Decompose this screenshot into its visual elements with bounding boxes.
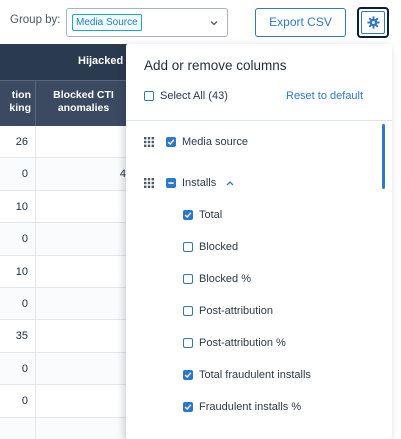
column-option-label: Total fraudulent installs <box>199 369 311 381</box>
column-option-fraudulent-installs-percent[interactable]: Fraudulent installs % <box>183 401 301 413</box>
column-picker-panel: Add or remove columns Select All (43) Re… <box>126 44 392 439</box>
checkbox-icon[interactable] <box>183 274 193 284</box>
column-option-label: Blocked <box>199 241 239 253</box>
table-row: 0 <box>0 385 130 418</box>
checkbox-checked-icon[interactable] <box>183 210 193 220</box>
group-by-select[interactable]: Media Source <box>66 8 228 37</box>
chevron-down-icon <box>210 21 218 26</box>
checkbox-icon[interactable] <box>183 242 193 252</box>
table-row: 35 <box>0 320 130 353</box>
column-group-label: Media source <box>182 136 249 148</box>
table-cell <box>37 288 130 319</box>
column-option-label: Post-attribution <box>199 305 273 317</box>
reset-to-default-link[interactable]: Reset to default <box>286 90 363 102</box>
table-row: 10 <box>0 190 130 224</box>
export-csv-button[interactable]: Export CSV <box>255 8 346 37</box>
table-row: 0 <box>0 223 130 256</box>
column-group-installs[interactable]: Installs <box>144 177 234 189</box>
checkbox-checked-icon[interactable] <box>183 370 193 380</box>
table-cell <box>37 191 130 222</box>
table-cell: 0 <box>0 352 36 385</box>
table-header-row: tion king Blocked CTI anomalies <box>0 80 130 127</box>
table-cell: 10 <box>0 190 36 223</box>
column-option-blocked[interactable]: Blocked <box>183 241 238 253</box>
table-header-cell[interactable]: Blocked CTI anomalies <box>37 81 130 127</box>
table-cell <box>37 418 130 439</box>
table-cell: 26 <box>0 126 36 158</box>
table-cell: 35 <box>0 320 36 352</box>
table-cell <box>37 353 130 384</box>
table-row: 0 <box>0 287 130 321</box>
column-option-label: Total <box>199 209 223 221</box>
group-by-label: Group by: <box>10 14 61 26</box>
drag-handle-icon[interactable] <box>144 137 154 147</box>
table-cell <box>37 385 130 416</box>
drag-handle-icon[interactable] <box>144 178 154 188</box>
minus-icon <box>168 182 174 184</box>
divider <box>126 120 392 121</box>
column-group-label: Installs <box>182 177 217 189</box>
column-option-label: Post-attribution % <box>199 337 286 349</box>
column-option-label: Blocked % <box>199 273 251 285</box>
group-by-chip[interactable]: Media Source <box>72 14 142 31</box>
scrollbar-thumb[interactable] <box>382 124 385 189</box>
column-settings-button-inner[interactable] <box>361 11 385 34</box>
select-all-checkbox[interactable]: Select All (43) <box>144 90 228 102</box>
table-cell <box>0 417 36 439</box>
checkmark-icon <box>184 212 192 219</box>
header-line: Blocked CTI <box>53 89 114 101</box>
column-option-post-attribution[interactable]: Post-attribution <box>183 305 273 317</box>
table-row: 04 <box>0 158 130 191</box>
chevron-up-icon[interactable] <box>226 180 234 186</box>
checkmark-icon <box>184 404 192 411</box>
table-body: 26 04 10 0 10 0 35 0 0 <box>0 126 130 439</box>
select-all-label: Select All (43) <box>160 90 228 102</box>
table-row: 26 <box>0 126 130 159</box>
table-row <box>0 417 130 439</box>
table-cell <box>37 223 130 254</box>
table-cell <box>37 320 130 351</box>
table-cell: 0 <box>0 287 36 320</box>
column-option-total-fraudulent-installs[interactable]: Total fraudulent installs <box>183 369 311 381</box>
table-cell: 0 <box>0 158 36 190</box>
gear-icon <box>366 16 380 29</box>
toolbar: Group by: Media Source Export CSV <box>0 0 401 44</box>
table-header-cell[interactable]: tion king <box>0 81 36 127</box>
table-group-header-label: Hijacked <box>78 55 124 67</box>
checkbox-checked-icon[interactable] <box>166 137 176 147</box>
table-cell: 0 <box>0 385 36 417</box>
table-row: 0 <box>0 352 130 386</box>
checkbox-icon[interactable] <box>144 91 154 101</box>
column-option-total[interactable]: Total <box>183 209 222 221</box>
table-cell <box>37 256 130 287</box>
column-option-blocked-percent[interactable]: Blocked % <box>183 273 251 285</box>
checkmark-icon <box>167 139 175 146</box>
column-option-post-attribution-percent[interactable]: Post-attribution % <box>183 337 286 349</box>
table-cell: 10 <box>0 255 36 287</box>
panel-title: Add or remove columns <box>144 58 287 73</box>
column-group-media-source[interactable]: Media source <box>144 136 248 148</box>
checkbox-checked-icon[interactable] <box>183 402 193 412</box>
table-group-header: Hijacked <box>0 44 130 80</box>
header-line: tion <box>11 89 31 101</box>
report-table: Hijacked tion king Blocked CTI anomalies… <box>0 44 130 439</box>
column-option-label: Fraudulent installs % <box>199 401 302 413</box>
checkbox-icon[interactable] <box>183 338 193 348</box>
table-cell <box>37 126 130 157</box>
table-cell: 4 <box>119 168 126 181</box>
header-line: anomalies <box>57 102 110 114</box>
table-row: 10 <box>0 255 130 288</box>
checkbox-icon[interactable] <box>183 306 193 316</box>
checkmark-icon <box>184 372 192 379</box>
column-settings-button[interactable] <box>357 7 389 38</box>
checkbox-indeterminate-icon[interactable] <box>166 178 176 188</box>
table-cell: 0 <box>0 223 36 255</box>
header-line: king <box>9 102 31 114</box>
